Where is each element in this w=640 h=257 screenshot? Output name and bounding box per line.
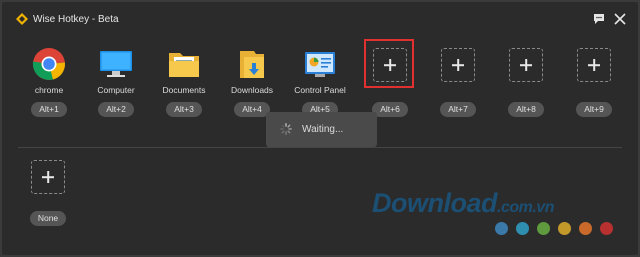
hotkey-slot-downloads[interactable]: Downloads Alt+4 [222, 46, 282, 117]
slot-name [564, 85, 624, 96]
hotkey-badge[interactable]: Alt+7 [440, 102, 476, 117]
title-bar: Wise Hotkey - Beta [2, 2, 638, 36]
add-icon[interactable] [31, 160, 65, 194]
slot-name [428, 85, 488, 96]
hotkey-slot-empty-7[interactable]: Alt+7 [428, 46, 488, 117]
hotkey-badge[interactable]: Alt+8 [508, 102, 544, 117]
feedback-icon[interactable] [592, 12, 606, 26]
add-icon[interactable] [509, 48, 543, 82]
downloads-folder-icon [240, 51, 264, 78]
slot-name: chrome [34, 85, 64, 95]
watermark-dot [495, 222, 508, 235]
app-logo-icon [16, 13, 28, 25]
window-title: Wise Hotkey - Beta [33, 14, 119, 25]
documents-folder-icon [169, 53, 199, 77]
watermark-dot [558, 222, 571, 235]
hotkey-slot-empty-8[interactable]: Alt+8 [496, 46, 556, 117]
slot-name: Documents [162, 85, 206, 95]
slot-name: Downloads [230, 85, 274, 95]
slot-name: Computer [97, 85, 135, 95]
hotkey-slot-extra[interactable]: None [18, 158, 78, 226]
hotkey-slot-chrome[interactable]: chrome Alt+1 [19, 46, 79, 117]
hotkey-window: Wise Hotkey - Beta chrome Alt+1 Computer… [2, 2, 638, 255]
hotkey-slot-control-panel[interactable]: Control Panel Alt+5 [290, 46, 350, 117]
chrome-icon [32, 48, 65, 80]
hotkey-badge[interactable]: Alt+4 [234, 102, 270, 117]
hotkey-badge[interactable]: Alt+3 [166, 102, 202, 117]
loading-spinner-icon [280, 123, 292, 135]
slot-name: Control Panel [294, 85, 346, 95]
computer-icon [100, 51, 132, 77]
watermark-dot [516, 222, 529, 235]
watermark-dot [537, 222, 550, 235]
hotkey-badge[interactable]: Alt+9 [576, 102, 612, 117]
hotkey-badge[interactable]: Alt+1 [31, 102, 67, 117]
hotkey-badge[interactable]: None [30, 211, 66, 226]
selected-slot-highlight [364, 39, 414, 88]
control-panel-icon [305, 52, 335, 77]
add-icon[interactable] [441, 48, 475, 82]
watermark-dot [579, 222, 592, 235]
waiting-popup: Waiting... [266, 112, 377, 147]
section-divider [18, 147, 622, 148]
hotkey-slot-empty-9[interactable]: Alt+9 [564, 46, 624, 117]
watermark-logo: Download.com.vn [372, 188, 554, 218]
waiting-text: Waiting... [302, 124, 344, 135]
hotkey-badge[interactable]: Alt+2 [98, 102, 134, 117]
watermark-dot [600, 222, 613, 235]
hotkey-slot-documents[interactable]: Documents Alt+3 [154, 46, 214, 117]
slot-name [496, 85, 556, 96]
watermark-dots [495, 222, 621, 240]
hotkey-badge[interactable]: Alt+6 [372, 102, 408, 117]
add-icon[interactable] [577, 48, 611, 82]
close-icon[interactable] [613, 12, 627, 26]
hotkey-slot-computer[interactable]: Computer Alt+2 [86, 46, 146, 117]
